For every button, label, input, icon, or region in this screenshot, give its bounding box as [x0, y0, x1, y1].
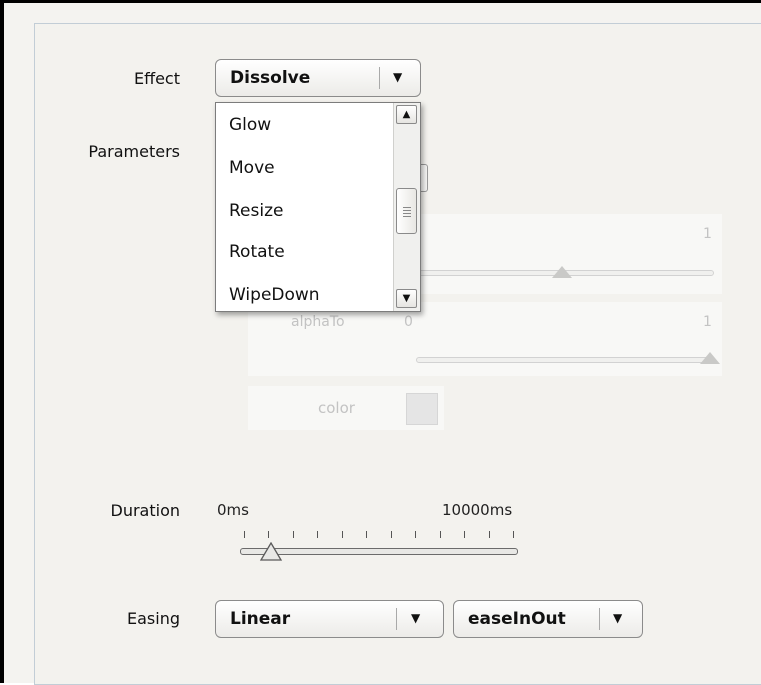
combo-separator — [379, 67, 380, 89]
easing-label: Easing — [127, 609, 180, 628]
scroll-up-icon[interactable]: ▲ — [396, 105, 417, 124]
chevron-down-icon[interactable]: ▼ — [393, 70, 402, 84]
alpha-to-min: 0 — [404, 314, 413, 330]
duration-max-label: 10000ms — [442, 501, 513, 519]
effect-label: Effect — [133, 69, 180, 88]
effect-dropdown-list[interactable]: Glow Move Resize Rotate WipeDown ▲ ▼ — [215, 102, 421, 312]
grip-line — [403, 216, 411, 217]
alpha-to-track[interactable] — [416, 357, 714, 363]
chevron-down-icon[interactable]: ▼ — [613, 611, 622, 625]
duration-tick — [464, 531, 466, 538]
duration-tick — [415, 531, 417, 538]
dropdown-item-resize[interactable]: Resize — [229, 201, 283, 221]
grip-line — [403, 213, 411, 214]
parameters-label: Parameters — [88, 142, 180, 161]
duration-tick — [292, 531, 294, 538]
hidden-control-edge — [421, 164, 428, 192]
alpha-to-max: 1 — [703, 314, 712, 330]
grip-line — [403, 207, 411, 208]
alpha-from-slider-thumb[interactable] — [552, 266, 572, 278]
dropdown-item-move[interactable]: Move — [229, 158, 275, 178]
duration-tick — [317, 531, 319, 538]
duration-tick — [244, 531, 245, 538]
duration-label: Duration — [110, 501, 181, 520]
effect-combo[interactable]: Dissolve ▼ — [215, 59, 421, 97]
scrollbar-thumb[interactable] — [396, 188, 417, 234]
easing-type-combo[interactable]: Linear ▼ — [215, 600, 444, 638]
duration-tick — [513, 531, 514, 538]
duration-tick — [488, 531, 490, 538]
effect-combo-value: Dissolve — [230, 68, 311, 88]
alpha-from-max: 1 — [703, 226, 712, 242]
dropdown-item-rotate[interactable]: Rotate — [229, 242, 285, 262]
duration-slider-thumb[interactable] — [259, 542, 283, 562]
grip-line — [403, 210, 411, 211]
combo-separator — [599, 608, 600, 630]
dropdown-scrollbar[interactable]: ▲ ▼ — [393, 103, 420, 311]
dropdown-item-glow[interactable]: Glow — [229, 115, 271, 135]
duration-tick — [268, 531, 270, 538]
easing-mode-combo[interactable]: easeInOut ▼ — [453, 600, 643, 638]
alpha-to-slider-thumb[interactable] — [700, 352, 720, 364]
scroll-down-icon[interactable]: ▼ — [396, 289, 417, 308]
chevron-down-icon[interactable]: ▼ — [411, 611, 420, 625]
duration-tick — [439, 531, 441, 538]
alpha-to-label: alphaTo — [291, 314, 345, 330]
duration-tick — [341, 531, 343, 538]
combo-separator — [396, 608, 397, 630]
easing-type-value: Linear — [230, 609, 291, 629]
easing-mode-value: easeInOut — [468, 609, 566, 629]
dropdown-item-wipedown[interactable]: WipeDown — [229, 285, 320, 305]
color-swatch[interactable] — [406, 393, 438, 425]
duration-tick — [390, 531, 392, 538]
duration-tick — [366, 531, 368, 538]
duration-min-label: 0ms — [217, 501, 249, 519]
color-label: color — [318, 399, 355, 417]
